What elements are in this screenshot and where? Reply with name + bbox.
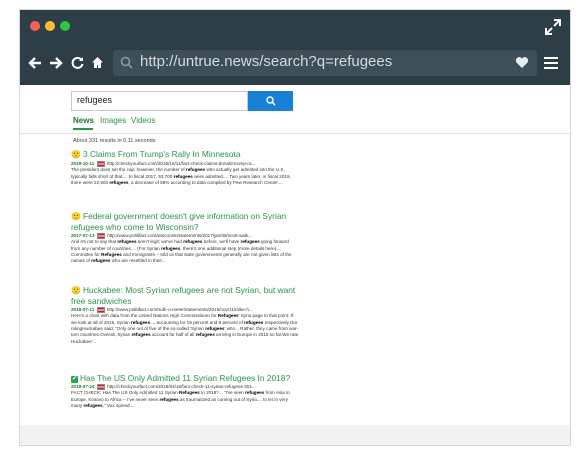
result-title-text: Huckabee: Most Syrian refugees are not S…: [71, 285, 296, 306]
reload-icon: [71, 56, 83, 69]
search-icon: [120, 56, 133, 69]
result-url[interactable]: http://checkyourfact.com/2019/10/11/fact…: [107, 161, 256, 166]
expand-arrows-icon[interactable]: [544, 18, 562, 36]
result-title-link[interactable]: 🙂 3 Claims From Trump's Rally In Minnesot…: [71, 149, 299, 160]
result-title-text: Federal government doesn't give informat…: [71, 211, 287, 232]
search-icon: [266, 96, 276, 106]
hamburger-menu-icon[interactable]: [544, 57, 558, 69]
result-date: 2017-07-13: [71, 233, 95, 239]
result-date: 2018-07-11: [71, 307, 95, 313]
result-item: 🙂 3 Claims From Trump's Rally In Minnesot…: [71, 149, 299, 186]
result-url[interactable]: http://www.politifact.com/wisconsin/stat…: [107, 233, 252, 238]
search-input[interactable]: refugees: [71, 91, 248, 111]
home-icon: [91, 57, 103, 68]
result-item: 🙂 Federal government doesn't give informa…: [71, 211, 299, 265]
us-flag-icon: [96, 384, 105, 390]
result-item: ✔ Has The US Only Admitted 11 Syrian Refu…: [71, 373, 299, 409]
rating-emoji-icon: 🙂: [71, 286, 81, 295]
address-bar[interactable]: http://untrue.news/search?q=refugees: [113, 50, 537, 76]
arrow-right-icon: [50, 57, 63, 69]
search-query-text: refugees: [77, 95, 113, 105]
result-snippet: The president does set the cap; however,…: [71, 167, 291, 186]
browser-toolbar: http://untrue.news/search?q=refugees: [20, 43, 570, 85]
active-tab-indicator: [73, 128, 93, 130]
tab-videos[interactable]: Videos: [131, 116, 155, 125]
minimize-window-button[interactable]: [45, 21, 55, 31]
result-snippet: FACT CHECK: Has The US Only Admitted 11 …: [71, 390, 290, 409]
result-date: 2019-10-11: [71, 161, 95, 167]
check-mark-icon: ✔: [71, 376, 78, 383]
result-url[interactable]: http://www.politifact.com/truth-o-meter/…: [107, 307, 253, 312]
url-text: http://untrue.news/search?q=refugees: [140, 53, 393, 70]
result-title-text: Has The US Only Admitted 11 Syrian Refug…: [80, 373, 291, 383]
result-title-link[interactable]: 🙂 Huckabee: Most Syrian refugees are not …: [71, 285, 299, 306]
result-title-text: 3 Claims From Trump's Rally In Minnesota: [82, 149, 241, 159]
us-flag-icon: [96, 233, 105, 239]
tab-news[interactable]: News: [73, 116, 94, 125]
search-button[interactable]: [248, 91, 293, 111]
back-button[interactable]: [26, 52, 44, 74]
result-title-link[interactable]: ✔ Has The US Only Admitted 11 Syrian Refu…: [71, 373, 299, 383]
home-button[interactable]: [88, 52, 106, 74]
tab-images[interactable]: Images: [100, 116, 126, 125]
forward-button[interactable]: [47, 52, 65, 74]
close-window-button[interactable]: [30, 21, 40, 31]
zoom-window-button[interactable]: [60, 21, 70, 31]
reload-button[interactable]: [68, 52, 86, 74]
rating-emoji-icon: 🙂: [71, 150, 81, 159]
title-bar: [20, 10, 570, 43]
result-item: 🙂 Huckabee: Most Syrian refugees are not …: [71, 285, 299, 345]
result-title-link[interactable]: 🙂 Federal government doesn't give informa…: [71, 211, 299, 232]
result-url[interactable]: http://checkyourfact.com/2018/04/16/fact…: [107, 384, 256, 389]
heart-icon[interactable]: [515, 56, 529, 69]
result-snippet: Here's a chart with data from the United…: [71, 313, 299, 344]
browser-window: http://untrue.news/search?q=refugees ref…: [19, 9, 571, 446]
rating-emoji-icon: 🙂: [71, 212, 81, 221]
us-flag-icon: [96, 161, 105, 167]
arrow-left-icon: [28, 57, 41, 69]
result-snippet: And it's not to say that refugees aren't…: [71, 239, 292, 264]
us-flag-icon: [96, 307, 105, 313]
divider: [20, 133, 570, 134]
search-results-page: refugees News Images Videos About 331 re…: [20, 85, 570, 425]
result-date: 2018-07-24: [71, 384, 95, 390]
result-count: About 331 results in 0.11 seconds: [73, 138, 156, 144]
